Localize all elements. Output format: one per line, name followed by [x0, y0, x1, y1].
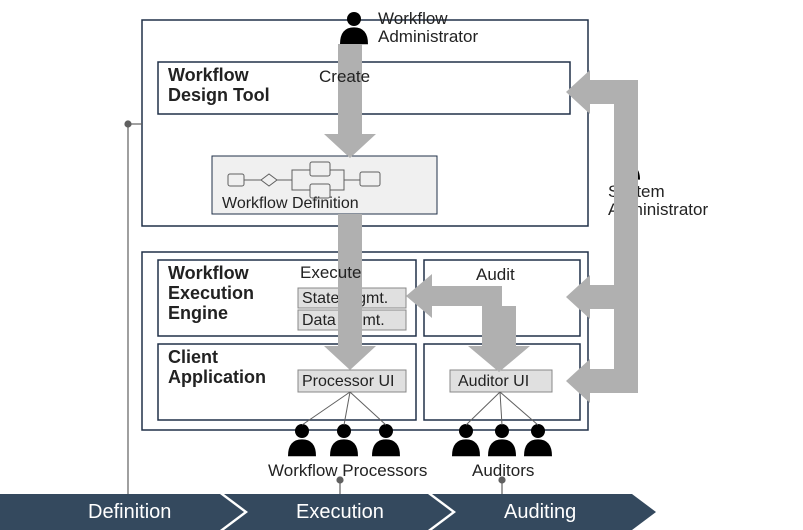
- exec-engine-label: WorkflowExecutionEngine: [168, 263, 254, 323]
- auditor-ui-label: Auditor UI: [458, 373, 529, 390]
- arrow-create: [324, 44, 376, 158]
- workflow-processors-label: Workflow Processors: [268, 461, 427, 480]
- client-app-label: ClientApplication: [168, 347, 266, 387]
- diagram-root: WorkflowDesign Tool Workflow Definition …: [0, 0, 803, 530]
- processor-ui-label: Processor UI: [302, 373, 394, 390]
- diagram-svg: WorkflowDesign Tool Workflow Definition …: [0, 0, 803, 530]
- workflow-admin-label: WorkflowAdministrator: [378, 9, 478, 46]
- workflow-admin-icon: [340, 12, 368, 44]
- workflow-definition-label: Workflow Definition: [222, 195, 359, 212]
- phase-definition-label: Definition: [88, 501, 171, 523]
- phase-execution-label: Execution: [296, 501, 384, 523]
- arrow-audit-label: Audit: [476, 265, 515, 284]
- workflow-processors-icons: [288, 424, 400, 456]
- arrow-execute-label: Execute: [300, 263, 361, 282]
- arrow-create-label: Create: [319, 67, 370, 86]
- auditors-icons: [452, 424, 552, 456]
- arrow-audit-down: [468, 306, 530, 372]
- phase-chevrons: Definition Execution Auditing: [0, 494, 656, 530]
- design-tool-label: WorkflowDesign Tool: [168, 65, 270, 105]
- arrow-sysadmin: [566, 70, 638, 403]
- phase-auditing-label: Auditing: [504, 501, 576, 523]
